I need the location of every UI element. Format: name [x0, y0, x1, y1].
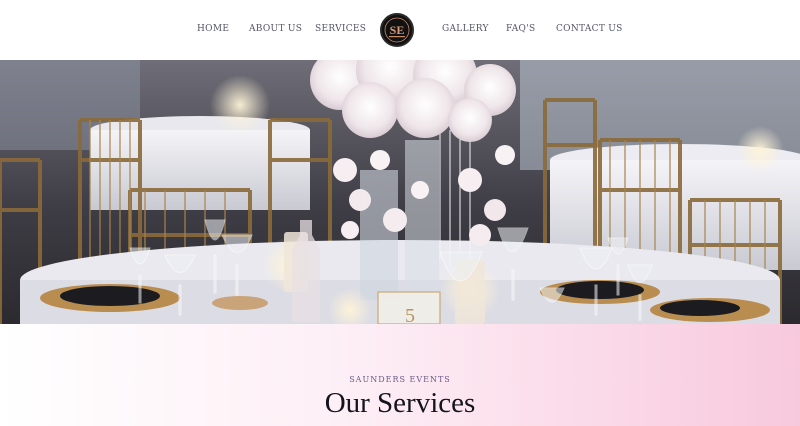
nav-home-link[interactable]: HOME [197, 24, 229, 34]
table-number: 5 [405, 305, 415, 324]
monogram-graphic: SE [384, 17, 410, 43]
nav-about-link[interactable]: ABOUT US [249, 24, 302, 34]
nav-contact-link[interactable]: CONTACT US [556, 24, 623, 34]
hero-image: 5 [0, 60, 800, 324]
banquet-scene-illustration: 5 [0, 60, 800, 324]
services-section: SAUNDERS EVENTS Our Services [0, 324, 800, 426]
nav-faqs-link[interactable]: FAQ'S [506, 24, 535, 34]
logo-icon[interactable]: SE [380, 13, 414, 47]
nav-gallery-link[interactable]: GALLERY [442, 24, 489, 34]
section-title: Our Services [324, 387, 476, 419]
nav-services-link[interactable]: SERVICES [315, 24, 366, 34]
section-eyebrow: SAUNDERS EVENTS [349, 375, 451, 384]
logo-monogram: SE [390, 23, 405, 37]
top-navigation: HOME ABOUT US SERVICES SE GALLERY FAQ'S … [0, 0, 800, 60]
